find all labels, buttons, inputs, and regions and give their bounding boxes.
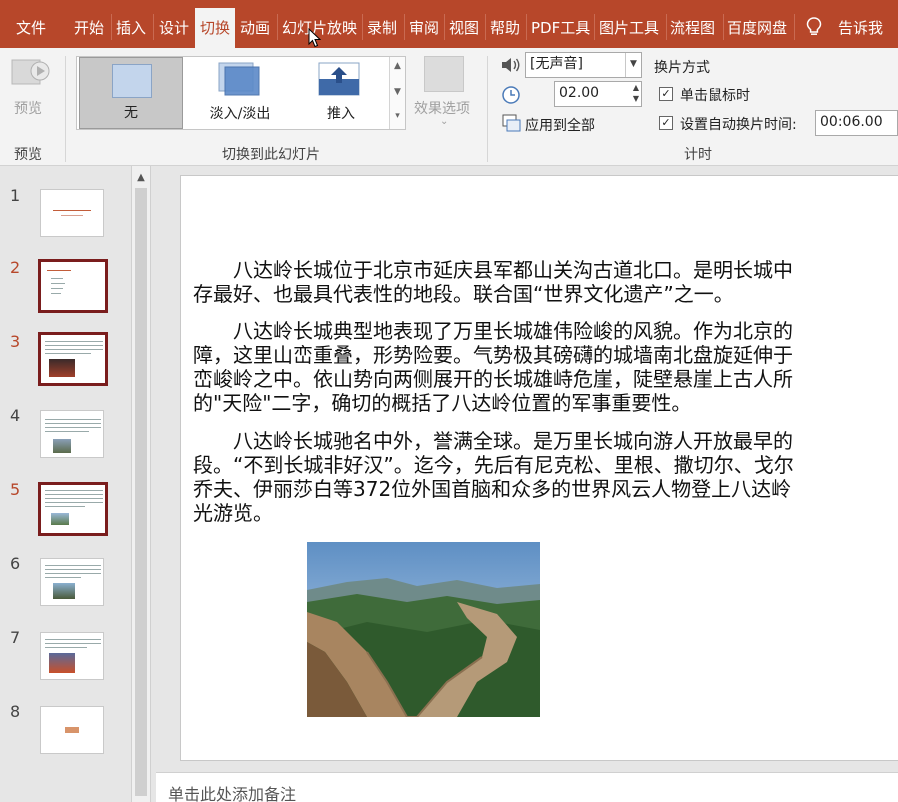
effect-options-button[interactable]: 效果选项 <box>414 98 470 118</box>
paragraph-2[interactable]: 八达岭长城典型地表现了万里长城雄伟险峻的风貌。作为北京的 障，这里山峦重叠，形势… <box>193 319 898 415</box>
chevron-up-icon[interactable]: ▲ <box>390 61 405 71</box>
slide-number: 8 <box>10 702 21 721</box>
scrollbar-thumb[interactable] <box>135 188 147 796</box>
slide-canvas[interactable]: 八达岭长城位于北京市延庆县军都山关沟古道北口。是明长城中 存最好、也最具代表性的… <box>180 175 898 761</box>
thumbnail-scrollbar[interactable]: ▲ <box>131 166 151 802</box>
slide-number: 2 <box>10 258 21 277</box>
push-icon <box>317 61 361 97</box>
transition-fade[interactable]: 淡入/淡出 <box>187 57 293 129</box>
tab-picture-tools[interactable]: 图片工具 <box>599 0 659 48</box>
tab-insert[interactable]: 插入 <box>116 0 146 48</box>
chevron-down-icon: ⌄ <box>440 116 449 127</box>
great-wall-photo[interactable] <box>307 542 540 717</box>
scroll-up-icon[interactable]: ▲ <box>132 172 150 183</box>
gallery-scrollbar[interactable]: ▲ ▼ ▾ <box>389 57 405 129</box>
paragraph-1[interactable]: 八达岭长城位于北京市延庆县军都山关沟古道北口。是明长城中 存最好、也最具代表性的… <box>193 258 898 306</box>
lightbulb-icon[interactable] <box>806 17 822 37</box>
clock-icon <box>501 85 521 105</box>
transition-gallery: 无 淡入/淡出 推入 ▲ ▼ ▾ <box>76 56 406 130</box>
tab-animations[interactable]: 动画 <box>240 0 270 48</box>
tab-record[interactable]: 录制 <box>367 0 397 48</box>
tab-flowchart[interactable]: 流程图 <box>670 0 715 48</box>
slide-number: 5 <box>10 480 21 499</box>
preview-button-label[interactable]: 预览 <box>14 98 42 118</box>
on-click-checkbox[interactable]: ✓ <box>659 87 673 101</box>
auto-advance-label: 设置自动换片时间: <box>680 117 797 133</box>
slide-number: 7 <box>10 628 21 647</box>
tab-transitions[interactable]: 切换 <box>195 8 235 48</box>
slide-thumbnail-6[interactable] <box>40 558 104 606</box>
preview-icon[interactable] <box>10 58 50 92</box>
slide-thumbnail-8[interactable] <box>40 706 104 754</box>
slide-thumbnail-3[interactable] <box>38 332 108 386</box>
auto-advance-time-input[interactable]: 00:06.00 <box>815 110 898 136</box>
slide-number: 4 <box>10 406 21 425</box>
slide-number: 3 <box>10 332 21 351</box>
notes-placeholder: 单击此处添加备注 <box>168 785 297 802</box>
transition-group-label: 切换到此幻灯片 <box>222 147 320 163</box>
tab-design[interactable]: 设计 <box>159 0 189 48</box>
slide-thumbnail-1[interactable] <box>40 189 104 237</box>
slide-thumbnail-7[interactable] <box>40 632 104 680</box>
transition-none-icon <box>112 64 152 98</box>
chevron-down-icon[interactable]: ▼ <box>390 87 405 97</box>
preview-group-label: 预览 <box>14 147 42 163</box>
ribbon-tab-bar: 文件 开始 插入 设计 切换 动画 幻灯片放映 录制 审阅 视图 帮助 PDF工… <box>0 0 898 48</box>
slide-number: 1 <box>10 186 21 205</box>
gallery-more-icon[interactable]: ▾ <box>390 111 405 121</box>
advance-slide-title: 换片方式 <box>654 60 710 76</box>
fade-icon <box>217 61 261 97</box>
effect-options-icon[interactable] <box>424 56 464 92</box>
sound-icon <box>500 56 522 74</box>
duration-stepper[interactable]: 02.00 ▲ ▼ <box>554 81 642 107</box>
auto-advance-checkbox[interactable]: ✓ <box>659 116 673 130</box>
mouse-cursor-icon <box>308 27 322 48</box>
tab-view[interactable]: 视图 <box>449 0 479 48</box>
slide-thumbnail-5[interactable] <box>38 482 108 536</box>
powerpoint-window: 文件 开始 插入 设计 切换 动画 幻灯片放映 录制 审阅 视图 帮助 PDF工… <box>0 0 898 802</box>
chevron-down-icon[interactable]: ▼ <box>625 53 641 77</box>
slide-number: 6 <box>10 554 21 573</box>
tab-pdf-tools[interactable]: PDF工具 <box>531 0 590 48</box>
notes-pane[interactable]: 单击此处添加备注 <box>156 772 898 802</box>
apply-to-all-button[interactable]: 应用到全部 <box>525 115 595 135</box>
tab-baidu-netdisk[interactable]: 百度网盘 <box>727 0 787 48</box>
on-click-label: 单击鼠标时 <box>680 88 750 104</box>
slide-thumbnail-4[interactable] <box>40 410 104 458</box>
tab-help[interactable]: 帮助 <box>490 0 520 48</box>
tab-tell-me[interactable]: 告诉我 <box>838 0 883 48</box>
transition-none[interactable]: 无 <box>79 57 183 129</box>
slide-thumbnail-2[interactable] <box>38 259 108 313</box>
ribbon-panel: 预览 预览 无 淡入/淡出 推入 ▲ ▼ ▾ 效果选项 ⌄ 切换到此幻灯片 [无… <box>0 48 898 166</box>
paragraph-3[interactable]: 八达岭长城驰名中外，誉满全球。是万里长城向游人开放最早的 段。“不到长城非好汉”… <box>193 429 898 525</box>
apply-all-icon <box>502 114 522 134</box>
tab-home[interactable]: 开始 <box>74 0 104 48</box>
tab-review[interactable]: 审阅 <box>409 0 439 48</box>
transition-push[interactable]: 推入 <box>291 57 391 129</box>
tab-file[interactable]: 文件 <box>16 0 46 48</box>
sound-select[interactable]: [无声音] ▼ <box>525 52 642 78</box>
timing-group-label: 计时 <box>684 147 712 163</box>
stepper-arrows-icon[interactable]: ▲ ▼ <box>633 82 639 104</box>
